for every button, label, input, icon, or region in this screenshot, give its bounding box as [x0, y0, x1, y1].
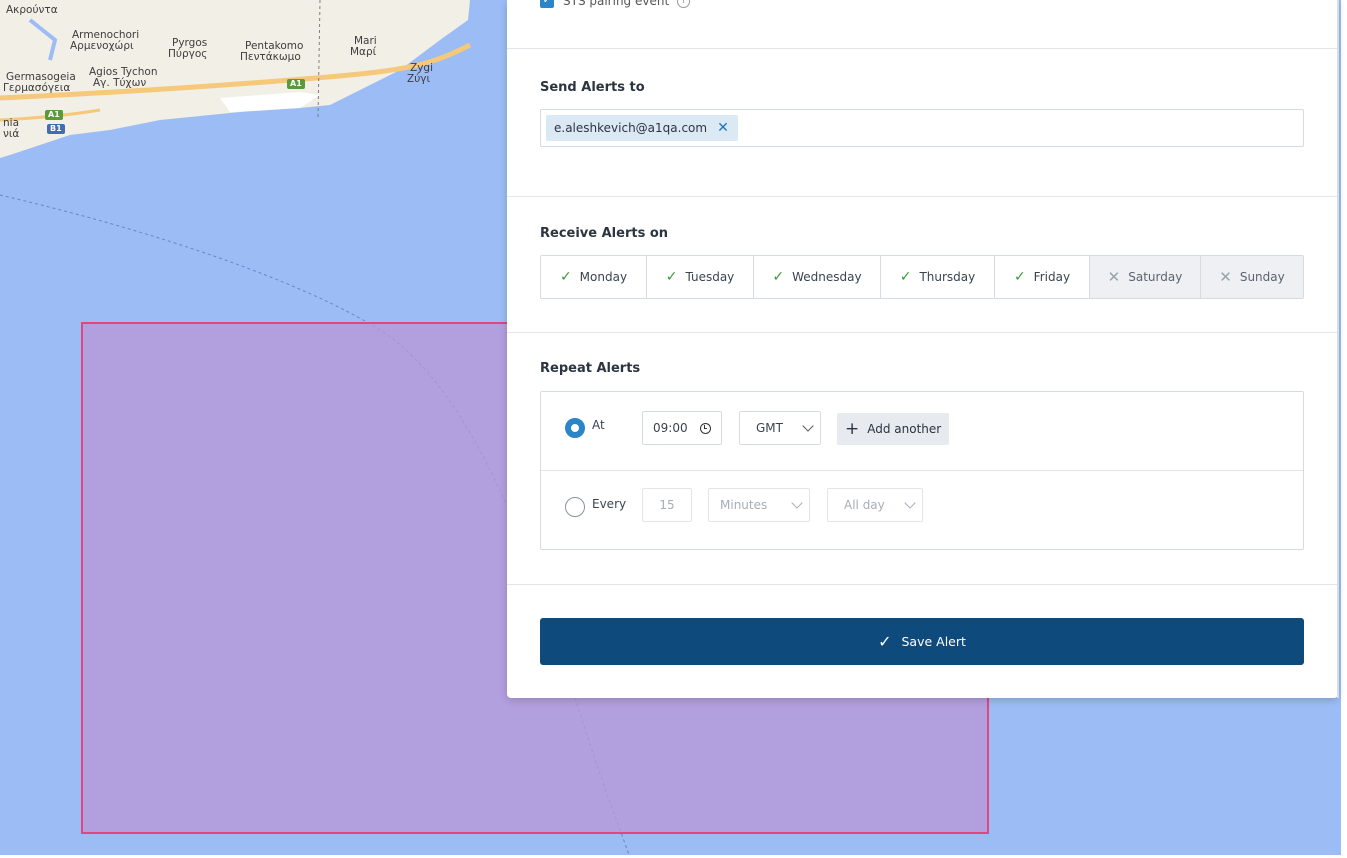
day-label: Sunday [1239, 270, 1285, 284]
check-icon: ✓ [899, 269, 912, 285]
recipient-email: e.aleshkevich@a1qa.com [554, 121, 708, 135]
day-toggle-saturday[interactable]: ✕ Saturday [1090, 256, 1201, 298]
every-radio[interactable] [565, 497, 585, 517]
map-label: Αγ. Τύχων [93, 77, 147, 89]
interval-value: 15 [659, 498, 675, 512]
save-alert-button[interactable]: ✓ Save Alert [540, 618, 1304, 665]
scrollbar[interactable] [1337, 0, 1339, 698]
map-label: Αρμενοχώρι [70, 40, 134, 52]
map-label: Μαρί [350, 46, 377, 58]
top-option-row[interactable]: ✓ STS pairing event i [540, 0, 691, 8]
x-icon: ✕ [1107, 268, 1121, 286]
day-label: Thursday [919, 270, 976, 284]
at-label: At [592, 418, 605, 432]
check-icon: ✓ [878, 632, 892, 651]
timezone-select[interactable]: GMT [739, 411, 821, 445]
every-label: Every [592, 497, 627, 511]
recipients-input[interactable]: e.aleshkevich@a1qa.com ✕ [540, 109, 1304, 147]
day-toggle-tuesday[interactable]: ✓ Tuesday [647, 256, 754, 298]
day-toggle-thursday[interactable]: ✓ Thursday [881, 256, 995, 298]
send-alerts-title: Send Alerts to [540, 80, 645, 95]
close-icon[interactable]: ✕ [717, 120, 729, 136]
checkbox-icon[interactable]: ✓ [540, 0, 554, 8]
road-shield: A1 [45, 110, 63, 120]
add-another-label: Add another [867, 422, 942, 436]
road-shield: A1 [287, 79, 305, 89]
day-label: Saturday [1128, 270, 1183, 284]
period-select[interactable]: All day [827, 488, 923, 522]
repeat-options: At 09:00 GMT + Add another Every 15 Minu… [540, 391, 1304, 550]
day-toggle-friday[interactable]: ✓ Friday [995, 256, 1090, 298]
section-divider [507, 332, 1338, 333]
timezone-value: GMT [756, 421, 783, 435]
recipient-chip: e.aleshkevich@a1qa.com ✕ [546, 115, 738, 141]
interval-unit-select[interactable]: Minutes [708, 488, 810, 522]
check-icon: ✓ [1013, 269, 1026, 285]
section-divider [507, 584, 1338, 585]
add-another-button[interactable]: + Add another [837, 413, 950, 445]
check-icon: ✓ [772, 269, 785, 285]
time-value: 09:00 [653, 421, 688, 435]
map-label: Πεντάκωμο [240, 51, 301, 63]
interval-input[interactable]: 15 [642, 488, 692, 522]
window-edge [1341, 0, 1347, 858]
clock-icon [700, 423, 711, 434]
section-divider [507, 196, 1338, 197]
day-label: Monday [579, 270, 628, 284]
day-selector: ✓ Monday ✓ Tuesday ✓ Wednesday ✓ Thursday ✓ F… [540, 255, 1304, 299]
receive-alerts-title: Receive Alerts on [540, 226, 669, 241]
info-icon[interactable]: i [677, 0, 691, 8]
chevron-down-icon [904, 497, 916, 509]
check-icon: ✓ [559, 269, 572, 285]
repeat-alerts-title: Repeat Alerts [540, 361, 641, 376]
save-alert-label: Save Alert [901, 634, 966, 649]
alert-settings-panel: ✓ STS pairing event i Send Alerts to e.a… [507, 0, 1338, 698]
interval-unit-value: Minutes [720, 498, 768, 512]
day-toggle-wednesday[interactable]: ✓ Wednesday [754, 256, 881, 298]
day-toggle-sunday[interactable]: ✕ Sunday [1201, 256, 1303, 298]
check-icon: ✓ [665, 269, 678, 285]
chevron-down-icon [791, 497, 803, 509]
x-icon: ✕ [1219, 268, 1232, 286]
map-label: νιά [3, 128, 20, 140]
map-label: Γερμασόγεια [3, 82, 71, 94]
day-label: Wednesday [792, 270, 862, 284]
time-input[interactable]: 09:00 [642, 411, 722, 445]
chevron-down-icon [802, 420, 814, 432]
row-divider [541, 470, 1303, 471]
map-label: Ακρούντα [6, 4, 58, 16]
day-label: Friday [1033, 270, 1071, 284]
plus-icon: + [845, 418, 860, 439]
top-option-label: STS pairing event [563, 0, 670, 8]
period-value: All day [844, 498, 885, 512]
section-divider [507, 48, 1338, 49]
day-label: Tuesday [685, 270, 735, 284]
map-label: Πύργος [168, 48, 208, 60]
road-shield: B1 [47, 124, 65, 134]
map-label: Ζύγι [407, 73, 431, 85]
day-toggle-monday[interactable]: ✓ Monday [541, 256, 647, 298]
at-radio[interactable] [565, 418, 585, 438]
